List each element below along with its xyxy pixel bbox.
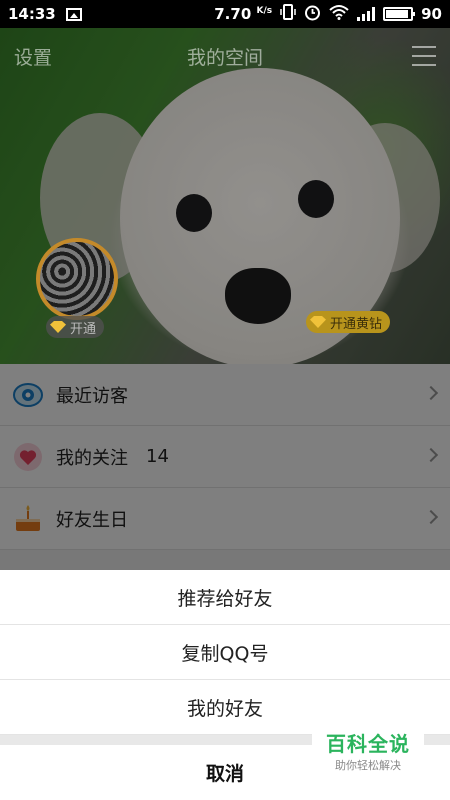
status-time: 14:33 [8,5,56,23]
status-right: 7.70 K/s 90 [214,4,442,25]
page-title: 我的空间 [186,46,263,69]
battery-level: 90 [421,5,442,23]
menu-icon[interactable] [412,46,436,66]
yellow-diamond-badge[interactable]: 开通黄钻 [306,311,391,333]
watermark-title: 百科全说 [326,731,410,756]
network-speed: 7.70 K/s [214,5,273,23]
image-notification-icon [65,7,82,21]
copy-qq-number-button[interactable]: 复制QQ号 [0,625,450,680]
recommend-to-friend-button[interactable]: 推荐给好友 [0,570,450,625]
watermark-subtitle: 助你轻松解决 [335,758,401,772]
diamond-icon [310,316,326,328]
alarm-icon [304,4,321,25]
battery-icon [383,7,416,21]
top-bar: 设置 我的空间 [0,28,450,84]
wifi-icon [329,4,349,24]
signal-icon [357,7,376,21]
status-bar: 14:33 7.70 K/s 90 [0,0,450,28]
avatar[interactable] [36,238,118,320]
vibrate-icon [280,4,296,24]
open-vip-badge[interactable]: 开通 [46,316,105,338]
settings-button[interactable]: 设置 [14,43,52,70]
diamond-icon [50,321,66,333]
watermark: 百科全说 助你轻松解决 [312,722,424,778]
